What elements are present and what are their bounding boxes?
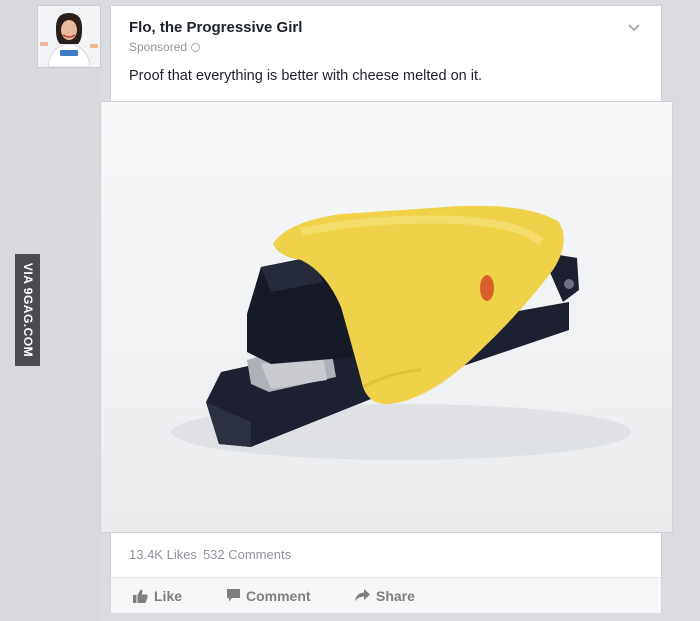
post-photo[interactable] (100, 101, 673, 533)
page-name-link[interactable]: Flo, the Progressive Girl (129, 19, 302, 36)
sponsored-label[interactable]: Sponsored (129, 40, 201, 54)
post-stats: 13.4K Likes 532 Comments (129, 547, 291, 562)
sponsored-text: Sponsored (129, 40, 188, 54)
share-label: Share (376, 587, 415, 604)
action-bar: Like Comment Share (111, 577, 661, 613)
post-text: Proof that everything is better with che… (129, 68, 483, 84)
watermark-badge: VIA 9GAG.COM (15, 254, 40, 366)
post-header: Flo, the Progressive Girl Sponsored Proo… (110, 5, 662, 101)
comment-button[interactable]: Comment (227, 578, 311, 613)
avatar-photo (38, 6, 100, 67)
avatar[interactable] (37, 5, 101, 68)
share-arrow-icon (355, 589, 370, 602)
like-label: Like (154, 587, 183, 604)
like-button[interactable]: Like (133, 578, 182, 613)
share-button[interactable]: Share (355, 578, 415, 613)
stapler-cheese-image (171, 205, 631, 460)
thumbs-up-icon (133, 589, 148, 603)
post-footer: 13.4K Likes 532 Comments Like Comment Sha… (110, 533, 662, 613)
comments-count[interactable]: 532 Comments (203, 547, 291, 562)
likes-count[interactable]: 13.4K Likes (129, 547, 197, 562)
watermark-text: VIA 9GAG.COM (20, 262, 35, 358)
comment-label: Comment (246, 587, 311, 604)
chevron-down-icon[interactable] (627, 23, 641, 33)
speech-bubble-icon (227, 589, 240, 602)
globe-icon (191, 43, 201, 52)
